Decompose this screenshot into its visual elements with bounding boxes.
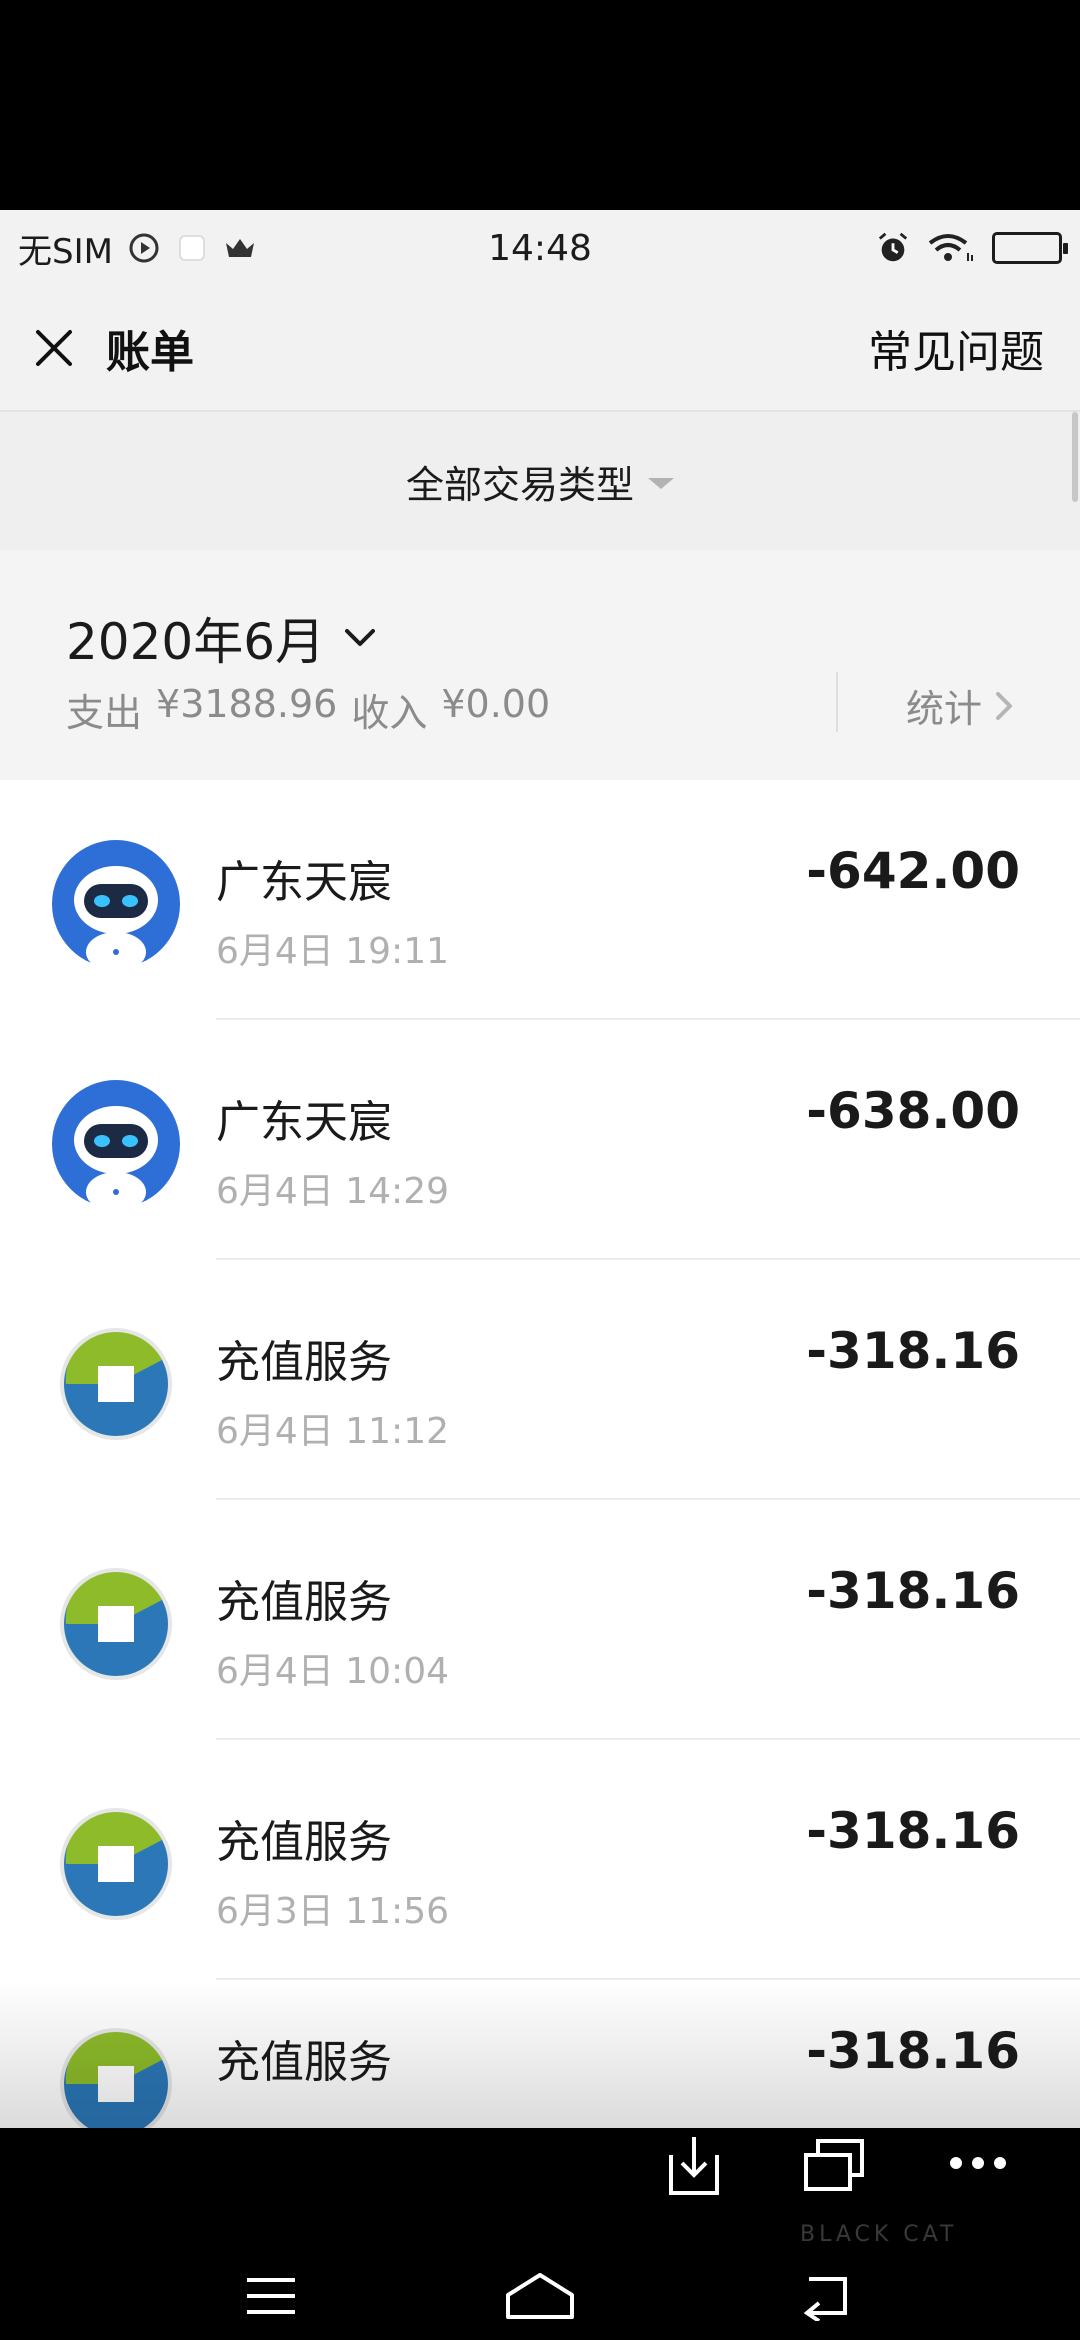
transaction-time: 6月3日 11:56	[216, 1891, 449, 1932]
robot-avatar-icon	[52, 840, 180, 968]
more-button[interactable]	[946, 2138, 1010, 2188]
home-icon	[506, 2273, 574, 2319]
transaction-row[interactable]: 充值服务 -318.16	[0, 1980, 1080, 2128]
transaction-amount: -318.16	[806, 2022, 1020, 2080]
transaction-amount: -642.00	[806, 842, 1020, 900]
video-app-icon	[127, 231, 161, 265]
chevron-down-icon	[345, 629, 376, 646]
battery-icon	[992, 232, 1068, 264]
transaction-name: 广东天宸	[216, 1097, 392, 1148]
menu-button[interactable]	[236, 2266, 306, 2326]
alarm-icon	[876, 231, 910, 265]
income-value: ¥0.00	[441, 682, 551, 726]
month-summary-section: 2020年6月 支出 ¥3188.96 收入 ¥0.00 统计	[0, 550, 1080, 780]
close-button[interactable]	[32, 326, 76, 370]
back-button[interactable]	[792, 2266, 862, 2326]
app-notification-icon	[175, 231, 209, 265]
caret-down-icon	[648, 477, 674, 489]
close-icon	[36, 330, 72, 366]
menu-icon	[247, 2278, 295, 2314]
status-right	[876, 231, 1068, 265]
status-bar: 无SIM 14:48	[0, 210, 1080, 286]
status-left: 无SIM	[18, 224, 257, 273]
chevron-right-icon	[996, 691, 1013, 720]
transaction-amount: -318.16	[806, 1802, 1020, 1860]
expense-value: ¥3188.96	[156, 682, 338, 726]
transaction-list: 广东天宸 6月4日 19:11 -642.00 广东天宸 6月4日 14:29 …	[0, 780, 1080, 2128]
recharge-service-icon	[60, 1328, 172, 1440]
divider	[836, 672, 838, 732]
faq-link[interactable]: 常见问题	[868, 316, 1044, 380]
top-black-area	[0, 0, 1080, 210]
transaction-time: 6月4日 11:12	[216, 1411, 449, 1452]
more-dots-icon	[950, 2157, 1006, 2169]
transaction-amount: -638.00	[806, 1082, 1020, 1140]
transaction-time: 6月4日 19:11	[216, 931, 449, 972]
recharge-service-icon	[60, 1808, 172, 1920]
transaction-type-filter[interactable]: 全部交易类型	[0, 412, 1080, 550]
expense-label: 支出	[66, 691, 143, 735]
multi-window-button[interactable]	[800, 2130, 870, 2200]
month-label: 2020年6月	[66, 613, 326, 671]
download-icon	[669, 2137, 719, 2195]
transaction-name: 充值服务	[216, 1337, 392, 1388]
windows-icon	[804, 2139, 864, 2191]
transaction-name: 充值服务	[216, 1817, 392, 1868]
transaction-row[interactable]: 充值服务 6月4日 11:12 -318.16	[0, 1260, 1080, 1500]
nav-bar: 账单 常见问题	[0, 286, 1080, 412]
wifi-icon	[926, 231, 976, 265]
transaction-row[interactable]: 充值服务 6月3日 11:56 -318.16	[0, 1740, 1080, 1980]
transaction-name: 充值服务	[216, 1577, 392, 1628]
recharge-service-icon	[60, 2028, 172, 2128]
transaction-row[interactable]: 广东天宸 6月4日 19:11 -642.00	[0, 780, 1080, 1020]
transaction-amount: -318.16	[806, 1322, 1020, 1380]
filter-label: 全部交易类型	[405, 462, 634, 507]
carrier-label: 无SIM	[18, 231, 113, 272]
stats-label: 统计	[906, 687, 983, 731]
scrollbar[interactable]	[1072, 412, 1078, 502]
month-totals: 支出 ¥3188.96 收入 ¥0.00	[66, 682, 550, 737]
month-picker[interactable]: 2020年6月	[66, 602, 377, 674]
transaction-time: 6月4日 14:29	[216, 1171, 449, 1212]
page-title: 账单	[106, 327, 194, 378]
recharge-service-icon	[60, 1568, 172, 1680]
transaction-name: 广东天宸	[216, 857, 392, 908]
back-icon	[803, 2277, 847, 2321]
stats-link[interactable]: 统计	[906, 678, 1014, 733]
transaction-time: 6月4日 10:04	[216, 1651, 449, 1692]
income-label: 收入	[351, 691, 428, 735]
download-button[interactable]	[664, 2130, 724, 2200]
transaction-amount: -318.16	[806, 1562, 1020, 1620]
home-button[interactable]	[500, 2266, 580, 2326]
crown-icon	[223, 231, 257, 265]
transaction-name: 充值服务	[216, 2037, 392, 2088]
robot-avatar-icon	[52, 1080, 180, 1208]
transaction-row[interactable]: 充值服务 6月4日 10:04 -318.16	[0, 1500, 1080, 1740]
transaction-row[interactable]: 广东天宸 6月4日 14:29 -638.00	[0, 1020, 1080, 1260]
watermark: BLACK CAT	[800, 2222, 958, 2247]
